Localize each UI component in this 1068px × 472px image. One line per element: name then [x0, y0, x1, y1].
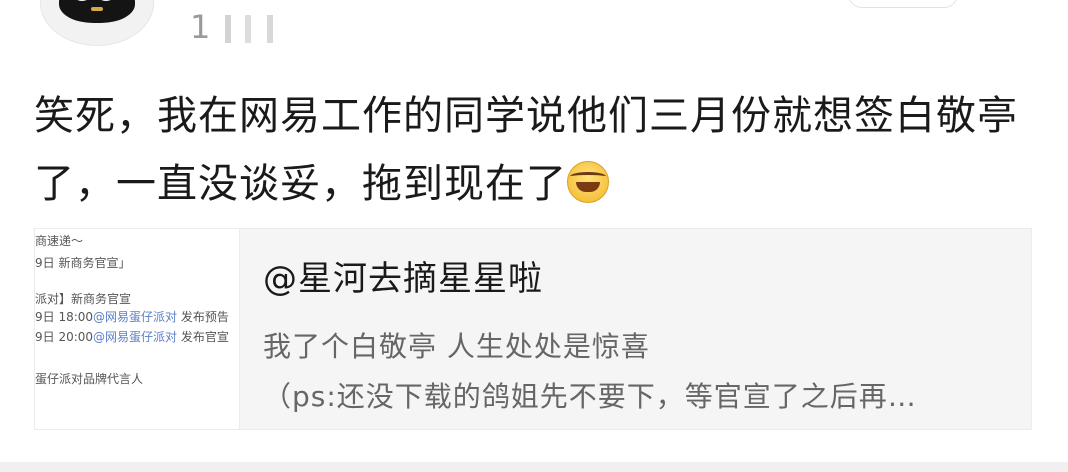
thumb-note: 发布官宣: [177, 330, 229, 344]
thumb-mention: @网易蛋仔派对: [93, 330, 178, 344]
username-text[interactable]: 1: [190, 8, 212, 46]
thumb-line: 9日 18:00@网易蛋仔派对 发布预告: [35, 309, 229, 326]
quote-author[interactable]: @星河去摘星星啦: [263, 251, 543, 300]
post-text: 笑死，我在网易工作的同学说他们三月份就想签白敬亭了，一直没谈妥，拖到现在了: [34, 93, 1018, 207]
laughing-crying-emoji-icon: [567, 161, 609, 203]
thumb-time: 9日 20:00: [35, 330, 94, 344]
thumb-line: 蛋仔派对品牌代言人: [35, 372, 144, 386]
username[interactable]: 1: [190, 8, 285, 46]
thumb-line: 9日 20:00@网易蛋仔派对 发布官宣: [35, 329, 229, 346]
quote-line-1: 我了个白敬亭 人生处处是惊喜: [263, 330, 650, 363]
thumb-line: 商速递～: [35, 234, 84, 248]
thumb-note: 发布预告: [177, 310, 229, 324]
quote-card[interactable]: 商速递～ 9日 新商务官宣」 派对】新商务官宣 9日 18:00@网易蛋仔派对 …: [34, 228, 1032, 430]
thumb-line: 派对】新商务官宣: [35, 292, 132, 306]
username-blurred-mask: [224, 15, 285, 43]
avatar-cartoon-icon: [59, 0, 135, 23]
section-divider: [0, 462, 1068, 472]
avatar-mouth: [91, 7, 103, 11]
thumb-line: 9日 新商务官宣」: [35, 256, 131, 270]
follow-button[interactable]: [848, 0, 958, 8]
post-body: 笑死，我在网易工作的同学说他们三月份就想签白敬亭了，一直没谈妥，拖到现在了: [34, 82, 1034, 218]
thumb-time: 9日 18:00: [35, 310, 94, 324]
quote-line-2: （ps:还没下载的鸽姐先不要下，等官宣了之后再…: [263, 380, 917, 413]
thumb-mention: @网易蛋仔派对: [93, 310, 178, 324]
avatar[interactable]: [40, 0, 154, 46]
quote-thumbnail[interactable]: 商速递～ 9日 新商务官宣」 派对】新商务官宣 9日 18:00@网易蛋仔派对 …: [35, 229, 240, 429]
